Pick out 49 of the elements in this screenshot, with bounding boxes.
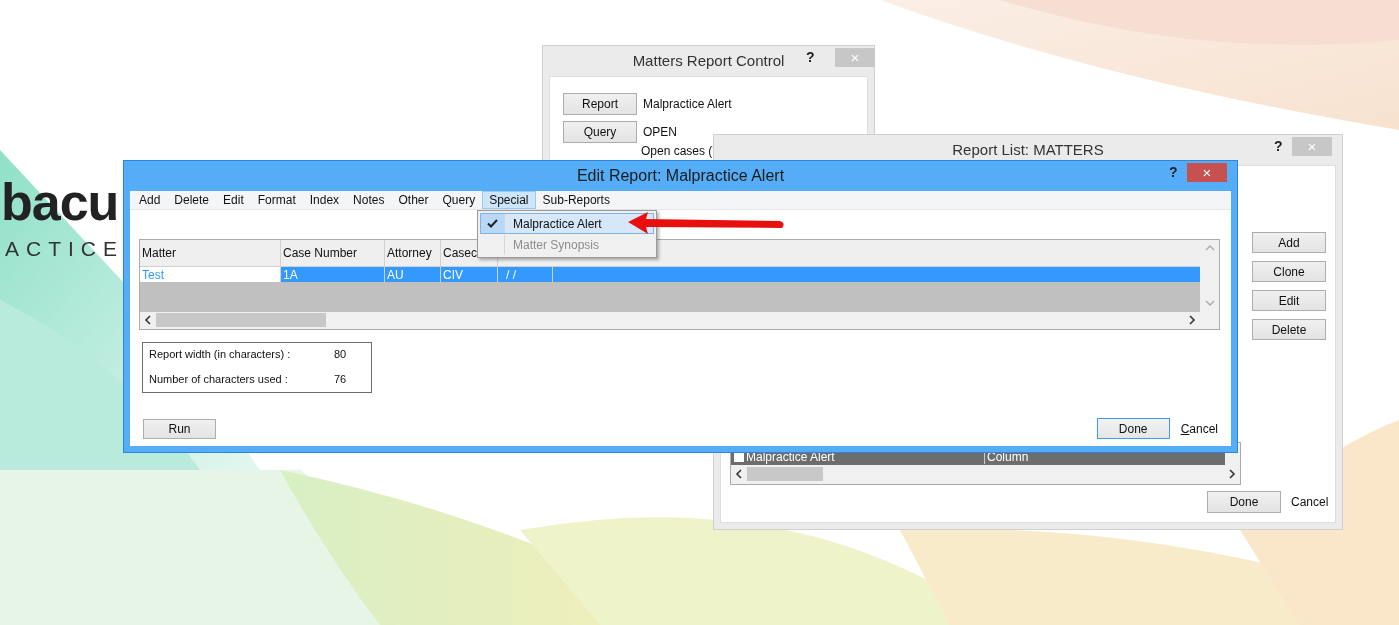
scroll-left-icon[interactable]	[144, 315, 152, 325]
window-title: Matters Report Control	[632, 52, 785, 69]
cancel-link[interactable]: Cancel	[1291, 495, 1329, 509]
dialog-button[interactable]: Add	[1252, 232, 1326, 253]
checkbox[interactable]	[734, 451, 744, 462]
menu-item[interactable]: Sub-Reports	[535, 191, 617, 209]
menu-item[interactable]: Delete	[167, 191, 217, 209]
dialog-button[interactable]: Edit	[1252, 290, 1326, 311]
scrollbar-thumb[interactable]	[747, 467, 823, 481]
scroll-left-icon[interactable]	[735, 469, 743, 479]
menu-item[interactable]: Other	[391, 191, 436, 209]
scrollbar-thumb[interactable]	[156, 313, 326, 327]
menu-item[interactable]: Malpractice Alert	[480, 213, 654, 234]
dialog-button[interactable]: Delete	[1252, 319, 1326, 340]
column-header[interactable]: Attorney	[385, 240, 441, 266]
help-button[interactable]: ?	[1169, 164, 1178, 180]
info-value: 80	[334, 348, 347, 360]
done-button[interactable]: Done	[1096, 418, 1170, 439]
value-label: Malpractice Alert	[643, 97, 732, 111]
scroll-down-icon[interactable]	[1204, 300, 1215, 307]
menu-item[interactable]: Query	[435, 191, 483, 209]
logo-tagline: ACTICE	[5, 238, 124, 259]
column-header[interactable]: Case Number	[281, 240, 385, 266]
window-title: Report List: MATTERS	[952, 141, 1104, 158]
menu-item[interactable]: Add	[132, 191, 168, 209]
menu-item[interactable]: Special	[482, 191, 536, 209]
menu-item[interactable]: Index	[302, 191, 347, 209]
info-label: Report width (in characters) :	[149, 348, 292, 360]
scroll-up-icon[interactable]	[1204, 244, 1215, 251]
scroll-right-icon[interactable]	[1188, 315, 1196, 325]
value-label: OPEN	[643, 125, 677, 139]
logo-text: bacu	[1, 176, 119, 228]
dialog-button[interactable]: Report	[563, 93, 637, 115]
dialog-button[interactable]: Query	[563, 121, 637, 143]
info-label: Number of characters used :	[149, 373, 289, 385]
column-header[interactable]: Matter	[140, 240, 281, 266]
help-button[interactable]: ?	[1274, 138, 1283, 154]
menu-item[interactable]: Notes	[346, 191, 392, 209]
info-value: 76	[334, 373, 347, 385]
menu-item[interactable]: Edit	[216, 191, 251, 209]
close-button[interactable]: ×	[1187, 163, 1227, 182]
menu-item[interactable]: Format	[250, 191, 303, 209]
run-button[interactable]: Run	[143, 418, 216, 439]
done-button[interactable]: Done	[1207, 491, 1281, 513]
cancel-link[interactable]: Cancel	[1180, 421, 1218, 436]
scroll-right-icon[interactable]	[1228, 469, 1236, 479]
window-title: Edit Report: Malpractice Alert	[576, 167, 785, 184]
dialog-button[interactable]: Clone	[1252, 261, 1326, 282]
help-button[interactable]: ?	[806, 49, 815, 65]
